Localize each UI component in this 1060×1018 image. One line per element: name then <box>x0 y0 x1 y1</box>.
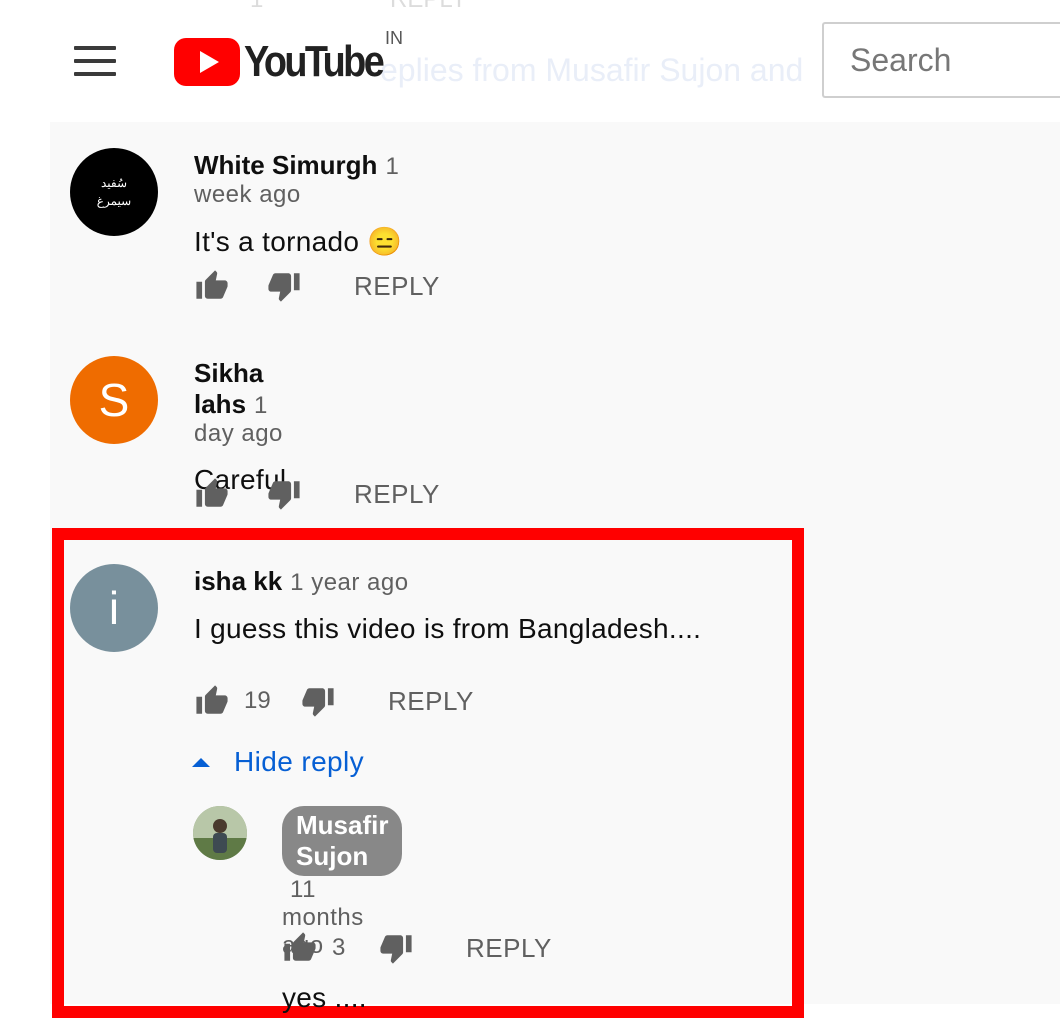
search-input[interactable] <box>824 24 1060 96</box>
youtube-logo[interactable]: YouTube <box>174 36 405 88</box>
avatar-initial: i <box>108 582 120 634</box>
comment-actions: REPLY <box>192 266 440 306</box>
comment-text: I guess this video is from Bangladesh...… <box>194 613 702 644</box>
reply-button[interactable]: REPLY <box>354 271 440 302</box>
search-box[interactable] <box>822 22 1060 98</box>
reply-author-chip[interactable]: Musafir Sujon <box>282 806 403 876</box>
hide-reply-label: Hide reply <box>234 746 365 777</box>
reply-actions: 3 REPLY <box>280 928 552 968</box>
comment-body: isha kk 1 year ago I guess this video is … <box>194 566 701 645</box>
hide-reply-toggle[interactable]: Hide reply <box>190 746 364 778</box>
like-count: 19 <box>244 687 271 714</box>
reply-button[interactable]: REPLY <box>354 479 440 510</box>
reply-button[interactable]: REPLY <box>466 933 552 964</box>
like-icon[interactable] <box>192 681 232 721</box>
youtube-play-icon <box>174 38 240 86</box>
like-icon[interactable] <box>280 928 320 968</box>
comment-time[interactable]: 1 year ago <box>290 569 408 596</box>
dislike-icon[interactable] <box>376 928 416 968</box>
reply-text: yes .... <box>282 982 367 1013</box>
country-code: IN <box>385 28 403 48</box>
like-icon[interactable] <box>192 266 232 306</box>
hamburger-menu-icon[interactable] <box>74 46 118 78</box>
reply-button[interactable]: REPLY <box>388 686 474 717</box>
comment-author[interactable]: isha kk <box>194 566 282 596</box>
comment-author[interactable]: White Simurgh <box>194 150 377 180</box>
avatar-text: سُفید سیمرغ <box>96 176 132 208</box>
avatar[interactable]: i <box>70 564 158 652</box>
caret-up-icon <box>192 758 210 767</box>
like-icon[interactable] <box>192 474 232 514</box>
comment-text: It's a tornado 😑 <box>194 226 403 257</box>
logo-wordmark: YouTube <box>244 37 385 86</box>
reply-avatar[interactable] <box>193 806 247 860</box>
avatar-initial: S <box>98 374 130 426</box>
avatar[interactable]: S <box>70 356 158 444</box>
like-count: 3 <box>332 934 346 961</box>
comment-body: White Simurgh 1 week ago It's a tornado 😑 <box>194 150 402 258</box>
dislike-icon[interactable] <box>298 681 338 721</box>
reply-body: Musafir Sujon11 months ago yes .... <box>282 806 403 1014</box>
comment-actions: REPLY <box>192 474 440 514</box>
dislike-icon[interactable] <box>264 266 304 306</box>
person-photo-icon <box>193 806 247 860</box>
comment-actions: 19 REPLY <box>192 681 474 721</box>
masthead: YouTube IN <box>0 0 1060 122</box>
avatar[interactable]: سُفید سیمرغ <box>70 148 158 236</box>
dislike-icon[interactable] <box>264 474 304 514</box>
comment-author[interactable]: Sikha lahs <box>194 358 263 419</box>
